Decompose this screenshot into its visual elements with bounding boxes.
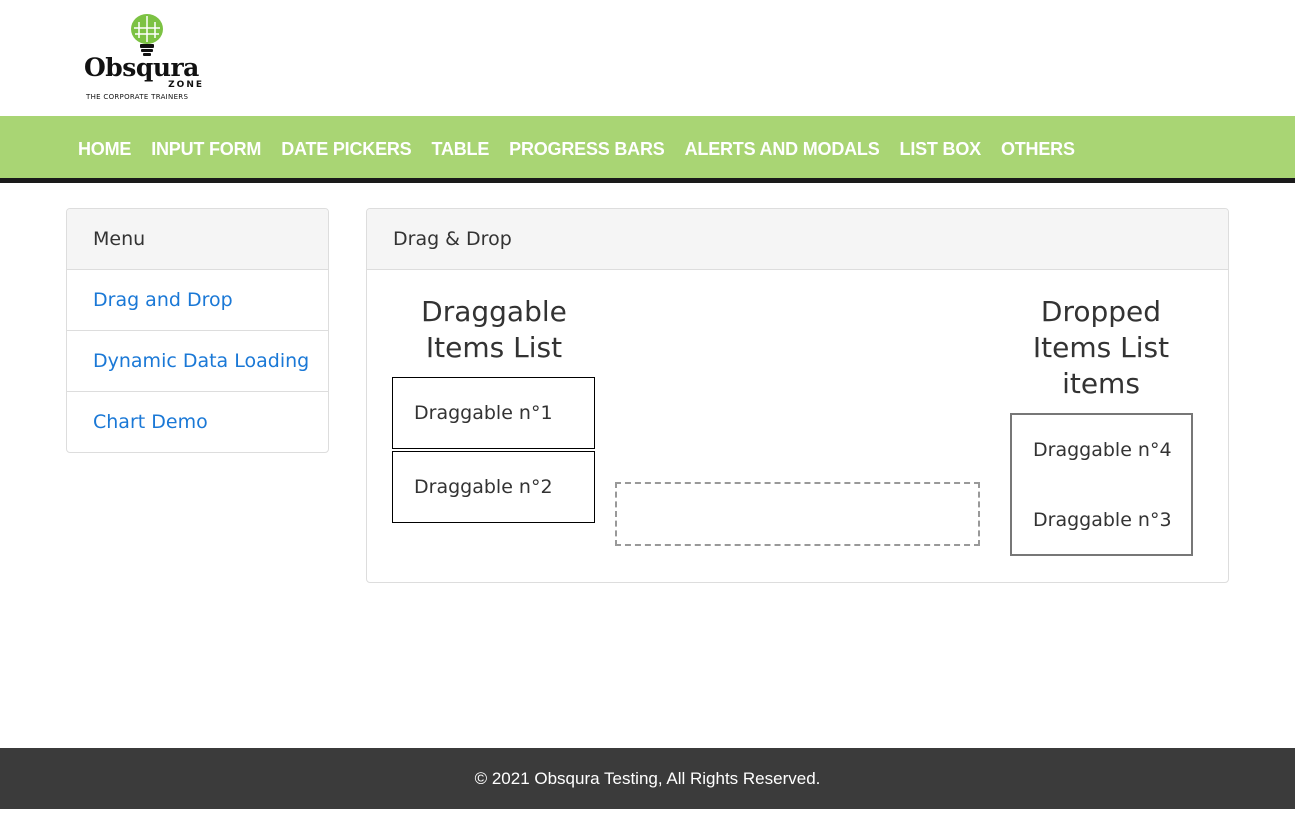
drag-drop-heading: Drag & Drop <box>367 209 1228 270</box>
nav-progress-bars[interactable]: PROGRESS BARS <box>499 139 674 160</box>
dropped-list-title: Dropped Items List items <box>1032 295 1170 400</box>
nav-others[interactable]: OTHERS <box>991 139 1085 160</box>
sidebar-menu-heading: Menu <box>67 209 328 270</box>
footer: © 2021 Obsqura Testing, All Rights Reser… <box>0 748 1295 809</box>
nav-list-box[interactable]: LIST BOX <box>890 139 991 160</box>
nav-alerts-and-modals[interactable]: ALERTS AND MODALS <box>675 139 890 160</box>
dropped-items-container[interactable]: Draggable n°4 Draggable n°3 <box>1010 413 1193 556</box>
lightbulb-logo-icon <box>131 14 163 56</box>
nav-date-pickers[interactable]: DATE PICKERS <box>271 139 421 160</box>
nav-input-form[interactable]: INPUT FORM <box>141 139 271 160</box>
sidebar-item-drag-and-drop[interactable]: Drag and Drop <box>67 270 328 331</box>
nav-table[interactable]: TABLE <box>421 139 499 160</box>
dropped-item-3[interactable]: Draggable n°3 <box>1033 509 1172 531</box>
sidebar-menu-panel: Menu Drag and Drop Dynamic Data Loading … <box>66 208 329 453</box>
nav-home[interactable]: HOME <box>68 139 141 160</box>
draggable-list-title: Draggable Items List <box>421 295 567 364</box>
sidebar-item-dynamic-data-loading[interactable]: Dynamic Data Loading <box>67 331 328 392</box>
dropped-item-4[interactable]: Draggable n°4 <box>1033 439 1172 461</box>
drop-zone[interactable] <box>615 482 980 546</box>
footer-copyright: © 2021 Obsqura Testing, All Rights Reser… <box>474 769 821 788</box>
logo-tagline: THE CORPORATE TRAINERS <box>86 93 189 101</box>
draggable-item-1[interactable]: Draggable n°1 <box>392 377 595 449</box>
main-navbar: HOME INPUT FORM DATE PICKERS TABLE PROGR… <box>0 116 1295 183</box>
logo-zone: ZONE <box>168 80 204 90</box>
sidebar-item-chart-demo[interactable]: Chart Demo <box>67 392 328 453</box>
site-logo[interactable]: Obsqura ZONE THE CORPORATE TRAINERS <box>84 14 210 104</box>
logo-wordmark: Obsqura <box>84 53 199 82</box>
draggable-item-2[interactable]: Draggable n°2 <box>392 451 595 523</box>
